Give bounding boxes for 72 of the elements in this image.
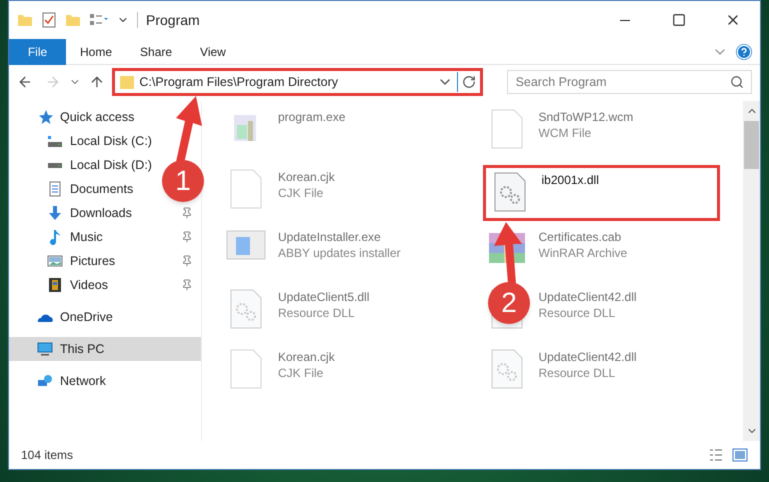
- picture-icon: [47, 253, 63, 269]
- gear-file-icon: [230, 289, 262, 329]
- address-bar[interactable]: C:\Program Files\Program Directory: [112, 68, 483, 96]
- refresh-icon[interactable]: [462, 75, 476, 89]
- sidebar-item[interactable]: Music: [9, 225, 201, 249]
- item-count: 104 items: [21, 447, 74, 464]
- drive-icon: [47, 136, 63, 146]
- file-type: CJK File: [278, 365, 324, 381]
- ribbon-tab[interactable]: Share: [126, 38, 186, 64]
- file-type: ABBY updates installer: [278, 245, 401, 261]
- address-path: C:\Program Files\Program Directory: [139, 74, 340, 91]
- star-icon: [37, 109, 53, 125]
- drive-icon: [47, 162, 63, 168]
- large-icons-view-icon[interactable]: [732, 447, 748, 463]
- sidebar-item[interactable]: Network: [9, 369, 114, 393]
- file-name[interactable]: UpdateInstaller.exe: [278, 229, 401, 245]
- file-type: WinRAR Archive: [538, 245, 628, 261]
- file-icon: [490, 109, 522, 149]
- scrollbar[interactable]: [743, 101, 760, 441]
- file-name[interactable]: UpdateClient5.dll: [278, 289, 370, 305]
- gear-file-icon: [490, 349, 522, 389]
- scroll-thumb[interactable]: [744, 121, 759, 169]
- file-name[interactable]: Certificates.cab: [538, 229, 628, 245]
- sidebar-item[interactable]: Local Disk (C:): [9, 129, 160, 153]
- sidebar-item[interactable]: OneDrive: [9, 305, 121, 329]
- search-icon[interactable]: [730, 75, 744, 89]
- sidebar-item[interactable]: Quick access: [9, 105, 142, 129]
- back-icon[interactable]: [17, 74, 33, 90]
- details-view-icon[interactable]: [708, 447, 724, 463]
- file-type: Resource DLL: [538, 305, 616, 321]
- file-name[interactable]: program.exe: [278, 109, 346, 125]
- up-icon[interactable]: [88, 74, 104, 90]
- gear-file-icon: [494, 172, 526, 212]
- monitor-icon: [37, 341, 53, 357]
- file-icon: [230, 349, 262, 389]
- document-icon: [47, 181, 63, 197]
- maximize-icon: [672, 13, 686, 27]
- file-name[interactable]: UpdateClient42.dll: [538, 349, 637, 365]
- installer-icon: [226, 229, 266, 261]
- sidebar-item[interactable]: Documents: [9, 177, 142, 201]
- ribbon-tab[interactable]: File: [9, 38, 66, 64]
- file-type: WCM File: [538, 125, 592, 141]
- sidebar-item[interactable]: Local Disk (D:): [9, 153, 160, 177]
- view-list-icon[interactable]: [89, 12, 109, 28]
- sidebar-item[interactable]: Pictures: [9, 249, 201, 273]
- download-icon: [47, 205, 63, 221]
- search-field[interactable]: Search Program: [506, 70, 752, 94]
- window-title: Program: [146, 10, 200, 30]
- film-icon: [47, 277, 63, 293]
- file-name[interactable]: Korean.cjk: [278, 349, 335, 365]
- ribbon-tab[interactable]: View: [186, 38, 240, 64]
- pin-icon[interactable]: [181, 207, 193, 219]
- file-type: Resource DLL: [538, 365, 616, 381]
- properties-icon[interactable]: [41, 12, 57, 28]
- file-type: Resource DLL: [278, 305, 356, 321]
- sidebar-item[interactable]: Videos: [9, 273, 201, 297]
- pin-icon[interactable]: [181, 255, 193, 267]
- file-icon: [230, 169, 262, 209]
- ribbon-tab[interactable]: Home: [66, 38, 126, 64]
- folder-icon: [119, 74, 136, 90]
- sidebar-item[interactable]: Downloads: [9, 201, 201, 225]
- file-name[interactable]: Korean.cjk: [278, 169, 335, 185]
- sidebar-item[interactable]: This PC: [9, 337, 201, 361]
- help-icon[interactable]: [736, 44, 752, 60]
- file-name[interactable]: SndToWP12.wcm: [538, 109, 634, 125]
- network-icon: [37, 373, 53, 389]
- pin-icon[interactable]: [181, 279, 193, 291]
- file-type: CJK File: [278, 185, 324, 201]
- music-note-icon: [47, 229, 63, 245]
- pin-icon[interactable]: [181, 231, 193, 243]
- file-name[interactable]: ib2001x.dll: [542, 172, 599, 188]
- file-name[interactable]: UpdateClient42.dll: [538, 289, 637, 305]
